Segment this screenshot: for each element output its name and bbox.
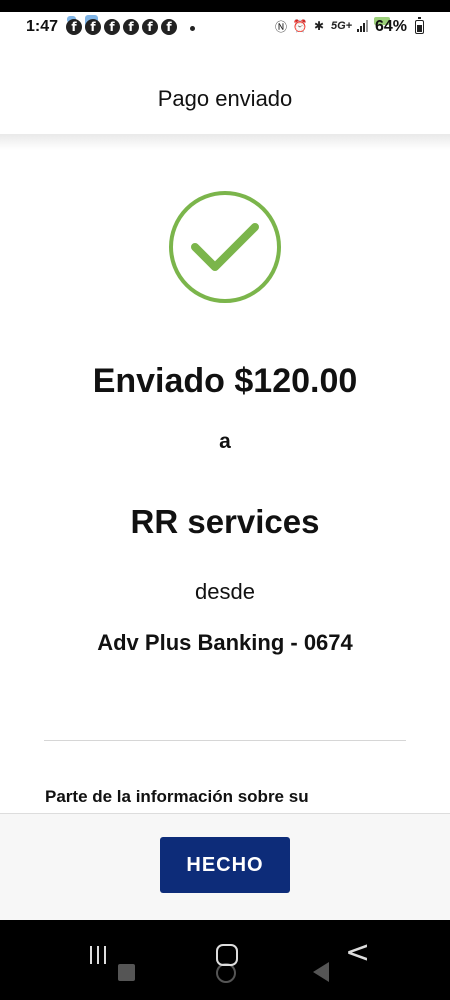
top-black-edge bbox=[0, 0, 450, 12]
bluetooth-icon: ✱ bbox=[313, 19, 325, 33]
ghost-home-icon bbox=[216, 963, 236, 983]
facebook-icon: f bbox=[123, 19, 139, 35]
status-time: 1:47 bbox=[26, 18, 59, 35]
system-icons: Ⓝ ⏰ ✱ 5G+ bbox=[274, 19, 369, 34]
alarm-icon: ⏰ bbox=[292, 19, 308, 33]
recents-icon[interactable] bbox=[90, 946, 106, 964]
amount-sent: Enviado $120.00 bbox=[92, 362, 358, 400]
source-account: Adv Plus Banking - 0674 bbox=[97, 630, 353, 655]
facebook-icon: f bbox=[85, 19, 101, 35]
network-type: 5G+ bbox=[331, 20, 353, 32]
signal-icon bbox=[357, 20, 369, 32]
facebook-icon: f bbox=[161, 19, 177, 35]
ghost-back-icon bbox=[313, 962, 329, 982]
facebook-icon: f bbox=[66, 19, 82, 35]
notification-icons: f f f f f f bbox=[66, 19, 177, 35]
nfc-icon: Ⓝ bbox=[274, 19, 287, 34]
battery-icon bbox=[415, 17, 424, 34]
header-shadow bbox=[0, 134, 450, 150]
info-text: Parte de la información sobre su bbox=[45, 787, 309, 806]
back-icon[interactable]: < bbox=[345, 938, 370, 968]
divider bbox=[44, 740, 406, 741]
facebook-icon: f bbox=[104, 19, 120, 35]
to-label: a bbox=[219, 430, 231, 453]
payee-name: RR services bbox=[130, 503, 320, 540]
facebook-icon: f bbox=[142, 19, 158, 35]
more-notifications-dot-icon bbox=[190, 26, 195, 31]
page-title: Pago enviado bbox=[157, 86, 293, 111]
done-button[interactable]: HECHO bbox=[160, 837, 290, 893]
from-label: desde bbox=[195, 579, 255, 604]
battery-percentage: 64% bbox=[375, 18, 408, 35]
ghost-recents-icon bbox=[118, 964, 135, 981]
app-header: Pago enviado bbox=[0, 64, 450, 134]
check-circle-icon bbox=[169, 191, 281, 303]
home-icon[interactable] bbox=[216, 944, 238, 966]
